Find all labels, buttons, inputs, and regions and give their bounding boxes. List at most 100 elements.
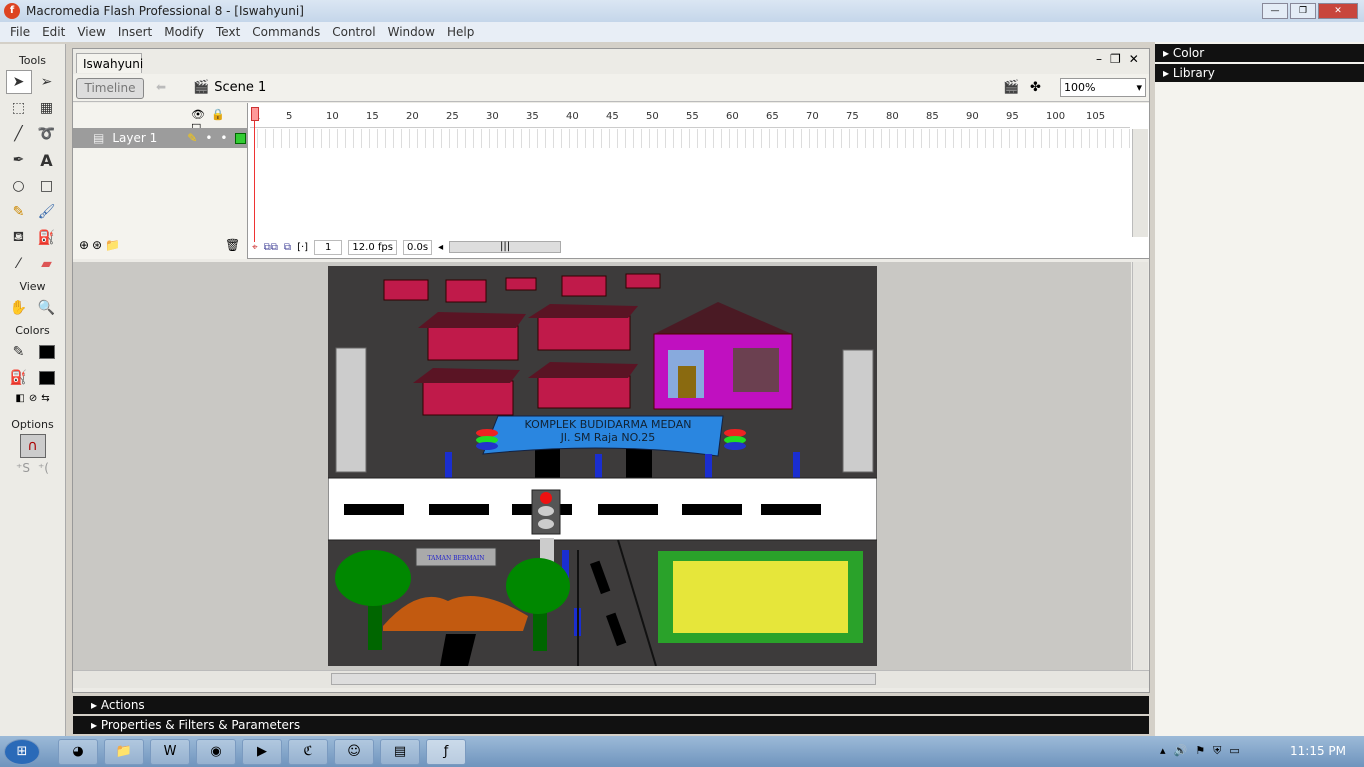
explorer-icon[interactable]: 📁: [104, 739, 144, 765]
stage-canvas[interactable]: KOMPLEK BUDIDARMA MEDAN Jl. SM Raja NO.2…: [328, 266, 877, 666]
document-tab[interactable]: Iswahyuni: [76, 53, 143, 73]
layer-outline-color[interactable]: [235, 132, 247, 144]
timeline-h-scrollbar-thumb[interactable]: |||: [449, 241, 562, 253]
sign-line1: KOMPLEK BUDIDARMA MEDAN: [525, 418, 692, 431]
library-panel-title: Library: [1172, 66, 1215, 80]
notepad-icon[interactable]: ▤: [380, 739, 420, 765]
menu-text[interactable]: Text: [210, 25, 246, 39]
system-tray-icons[interactable]: ▴🔊⚑⛨▭: [1160, 744, 1248, 758]
black-white-icon[interactable]: ◧: [15, 393, 24, 404]
oval-tool-icon[interactable]: ○: [6, 174, 32, 198]
color-panel-title: Color: [1172, 46, 1205, 60]
title-bar: f Macromedia Flash Professional 8 - [Isw…: [0, 0, 1364, 22]
menu-edit[interactable]: Edit: [36, 25, 71, 39]
frames-row[interactable]: [250, 129, 1130, 148]
brush-tool-icon[interactable]: 🖌: [34, 200, 60, 224]
scene-label: Scene 1: [214, 80, 267, 95]
lock-dot[interactable]: •: [220, 131, 227, 145]
timeline-toggle-button[interactable]: Timeline: [76, 78, 144, 99]
edit-symbols-icon[interactable]: ✤: [1030, 80, 1041, 95]
ruler-tick-label: 40: [566, 111, 579, 122]
pencil-tool-icon[interactable]: ✎: [6, 200, 32, 224]
ruler-tick-label: 70: [806, 111, 819, 122]
gradient-transform-tool-icon[interactable]: ▦: [34, 96, 60, 120]
pen-tool-icon[interactable]: ✒: [6, 148, 32, 172]
straighten-icon[interactable]: ⁺(: [38, 461, 49, 475]
menu-window[interactable]: Window: [382, 25, 441, 39]
add-layer-buttons[interactable]: ⊕⊛📁: [79, 238, 123, 252]
swap-colors-icon[interactable]: ⇆: [41, 393, 49, 404]
lasso-tool-icon[interactable]: ➰: [34, 122, 60, 146]
menu-file[interactable]: File: [4, 25, 36, 39]
modify-onion-markers-icon[interactable]: [·]: [297, 242, 308, 253]
timeline-status-bar: ⌖ ⧉⧉ ⧉ [·] 1 12.0 fps 0.0s ◂ |||: [252, 237, 1132, 257]
subselection-tool-icon[interactable]: ➢: [34, 70, 60, 94]
line-tool-icon[interactable]: ╱: [6, 122, 32, 146]
playhead[interactable]: [251, 107, 262, 242]
minimize-button[interactable]: —: [1262, 3, 1288, 19]
color-panel-header[interactable]: ▸ Color: [1155, 44, 1364, 62]
messenger-icon[interactable]: ☺: [334, 739, 374, 765]
restore-button[interactable]: ❐: [1290, 3, 1316, 19]
rectangle-tool-icon[interactable]: □: [34, 174, 60, 198]
layer-row[interactable]: ▤ Layer 1 ✎ • •: [73, 128, 248, 148]
text-tool-icon[interactable]: A: [34, 148, 60, 172]
onion-skin-icon[interactable]: ⧉⧉: [264, 242, 278, 253]
smooth-icon[interactable]: ⁺S: [16, 461, 30, 475]
menu-control[interactable]: Control: [326, 25, 381, 39]
scroll-left-icon[interactable]: ◂: [438, 242, 443, 253]
actions-panel-header[interactable]: ▸ Actions: [73, 696, 1149, 714]
close-button[interactable]: ✕: [1318, 3, 1358, 19]
menu-insert[interactable]: Insert: [112, 25, 158, 39]
fill-color-swatch[interactable]: [34, 366, 60, 390]
zoom-tool-icon[interactable]: 🔍: [34, 296, 60, 320]
properties-panel-header[interactable]: ▸ Properties & Filters & Parameters: [73, 716, 1149, 734]
library-panel-header[interactable]: ▸ Library: [1155, 64, 1364, 82]
trash-icon[interactable]: 🗑: [225, 238, 240, 252]
scene-breadcrumb[interactable]: 🎬 Scene 1: [193, 80, 266, 95]
start-button[interactable]: ⊞: [4, 739, 40, 765]
edit-multiple-frames-icon[interactable]: ⧉: [284, 242, 291, 253]
menu-view[interactable]: View: [71, 25, 111, 39]
no-color-icon[interactable]: ⊘: [29, 393, 37, 404]
house: [427, 325, 519, 361]
menu-commands[interactable]: Commands: [246, 25, 326, 39]
stage-h-scrollbar[interactable]: [73, 670, 1149, 688]
window-title: Macromedia Flash Professional 8 - [Iswah…: [26, 4, 304, 18]
menu-modify[interactable]: Modify: [158, 25, 210, 39]
stage-v-scrollbar[interactable]: [1132, 262, 1148, 670]
flash-taskbar-icon[interactable]: ƒ: [426, 739, 466, 765]
back-arrow-icon[interactable]: ⬅: [156, 80, 166, 94]
eyedropper-tool-icon[interactable]: ⁄: [6, 252, 32, 276]
edit-scene-icon[interactable]: 🎬: [1003, 80, 1019, 95]
ruler-tick-label: 35: [526, 111, 539, 122]
timeline-v-scrollbar[interactable]: [1132, 129, 1148, 237]
gate-pillar: [535, 446, 560, 478]
visibility-dot[interactable]: •: [205, 131, 212, 145]
timeline-ruler[interactable]: 1510152025303540455055606570758085909510…: [250, 106, 1130, 128]
tools-panel: Tools ➤ ➢ ⬚ ▦ ╱ ➰ ✒ A ○ □ ✎ 🖌 ⛾ ⛽ ⁄ ▰ View ✋ 🔍 Co…: [0, 44, 66, 736]
document-window-controls[interactable]: –❐✕: [1096, 52, 1147, 66]
app-icon[interactable]: ℭ: [288, 739, 328, 765]
menu-help[interactable]: Help: [441, 25, 480, 39]
selection-tool-icon[interactable]: ➤: [5, 70, 32, 94]
ruler-tick-label: 60: [726, 111, 739, 122]
hand-tool-icon[interactable]: ✋: [6, 296, 32, 320]
paint-bucket-tool-icon[interactable]: ⛽: [34, 226, 60, 250]
free-transform-tool-icon[interactable]: ⬚: [6, 96, 32, 120]
clock[interactable]: 11:15 PM: [1290, 744, 1346, 758]
eraser-tool-icon[interactable]: ▰: [34, 252, 60, 276]
snap-to-objects-icon[interactable]: ∩: [19, 434, 46, 458]
zoom-value: 100%: [1064, 81, 1096, 94]
center-frame-icon[interactable]: ⌖: [252, 242, 258, 253]
zoom-select[interactable]: 100% ▾: [1060, 78, 1146, 97]
house: [383, 279, 429, 301]
taskbar-app-icon[interactable]: ◕: [58, 739, 98, 765]
chrome-icon[interactable]: ◉: [196, 739, 236, 765]
house: [422, 380, 514, 416]
stroke-color-swatch[interactable]: [34, 340, 60, 364]
frame-rate[interactable]: 12.0 fps: [348, 239, 397, 255]
word-icon[interactable]: W: [150, 739, 190, 765]
media-player-icon[interactable]: ▶: [242, 739, 282, 765]
ink-bottle-tool-icon[interactable]: ⛾: [6, 226, 32, 250]
